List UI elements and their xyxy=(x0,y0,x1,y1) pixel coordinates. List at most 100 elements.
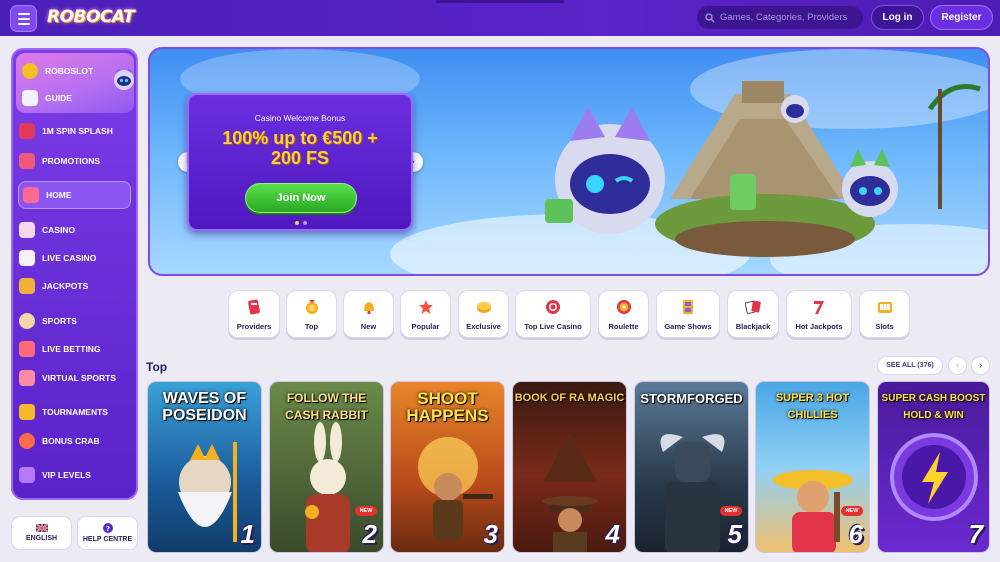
sidebar-item-label: HOME xyxy=(46,190,72,200)
language-selector-button[interactable]: ENGLISH xyxy=(11,516,72,550)
register-button[interactable]: Register xyxy=(930,5,993,30)
games-next-button[interactable]: › xyxy=(971,356,990,375)
welcome-bonus-card: Casino Welcome Bonus 100% up to €500 + 2… xyxy=(187,93,413,231)
top-medal-icon xyxy=(302,297,322,317)
game-title: STORMFORGED xyxy=(640,391,743,406)
star-icon xyxy=(416,297,436,317)
hamburger-menu-button[interactable] xyxy=(10,5,37,32)
game-rank: 4 xyxy=(605,519,620,549)
trophy-icon xyxy=(19,404,35,420)
sidebar-promo-panel: ROBOSLOT GUIDE xyxy=(16,53,134,113)
sidebar-item-label: CASINO xyxy=(42,225,76,235)
help-icon: ? xyxy=(102,523,113,533)
game-rank: 2 xyxy=(362,519,377,549)
sidebar-item-sports[interactable]: SPORTS xyxy=(19,310,132,332)
join-now-button[interactable]: Join Now xyxy=(245,183,357,213)
sidebar-item-label: TOURNAMENTS xyxy=(42,407,108,417)
sidebar-item-spin-splash[interactable]: 1M SPIN SPLASH xyxy=(19,120,132,142)
guide-icon xyxy=(22,90,38,106)
chip-icon xyxy=(543,297,563,317)
game-rank: 3 xyxy=(483,519,498,549)
category-label: Hot Jackpots xyxy=(795,322,843,331)
category-popular[interactable]: Popular xyxy=(400,290,451,338)
exclusive-icon xyxy=(474,297,494,317)
help-label: HELP CENTRE xyxy=(82,536,133,543)
sidebar-item-label: LIVE CASINO xyxy=(42,253,97,263)
sidebar-item-live-betting[interactable]: LIVE BETTING xyxy=(19,338,132,360)
category-exclusive[interactable]: Exclusive xyxy=(458,290,509,338)
roulette-icon xyxy=(614,297,634,317)
live-casino-icon xyxy=(19,250,35,266)
sidebar-item-label: SPORTS xyxy=(42,316,77,326)
category-hot-jackpots[interactable]: Hot Jackpots xyxy=(786,290,852,338)
jackpot-icon xyxy=(19,278,35,294)
category-label: New xyxy=(360,322,377,331)
category-blackjack[interactable]: Blackjack xyxy=(727,290,779,338)
search-input[interactable]: Games, Categories, Providers xyxy=(697,6,863,29)
sidebar-item-bonus-crab[interactable]: BONUS CRAB xyxy=(19,430,132,452)
category-label: Top Live Casino xyxy=(524,322,582,331)
splash-icon xyxy=(19,123,35,139)
sidebar-item-jackpots[interactable]: JACKPOTS xyxy=(19,275,132,297)
gift-icon xyxy=(19,153,35,169)
game-title: WAVES OF POSEIDON xyxy=(162,390,247,424)
sidebar-item-label: VIRTUAL SPORTS xyxy=(42,373,116,383)
games-prev-button[interactable]: ‹ xyxy=(948,356,967,375)
providers-icon xyxy=(244,297,264,317)
category-label: Popular xyxy=(411,322,440,331)
sidebar-item-tournaments[interactable]: TOURNAMENTS xyxy=(19,401,132,423)
sidebar-item-casino[interactable]: CASINO xyxy=(19,219,132,241)
game-title: SUPER CASH BOOST HOLD & WIN xyxy=(881,393,986,421)
pagination-dot-active[interactable] xyxy=(295,221,299,225)
category-new[interactable]: New xyxy=(343,290,394,338)
game-card-shoot-happens[interactable]: SHOOT HAPPENS 3 xyxy=(390,381,505,553)
casino-icon xyxy=(19,222,35,238)
sidebar-item-promotions[interactable]: PROMOTIONS xyxy=(19,150,132,172)
home-icon xyxy=(23,187,39,203)
sidebar-item-virtual-sports[interactable]: VIRTUAL SPORTS xyxy=(19,367,132,389)
game-shows-icon xyxy=(678,297,698,317)
game-title: BOOK OF RA MAGIC xyxy=(514,392,625,404)
new-badge: NEW xyxy=(720,506,742,516)
help-centre-button[interactable]: ? HELP CENTRE xyxy=(77,516,138,550)
category-slots[interactable]: Slots xyxy=(859,290,910,338)
game-title: SUPER 3 HOT CHILLIES xyxy=(775,392,850,421)
game-card-book-of-ra-magic[interactable]: BOOK OF RA MAGIC 4 xyxy=(512,381,627,553)
sidebar-item-home[interactable]: HOME xyxy=(18,181,131,209)
see-all-button[interactable]: SEE ALL (376) xyxy=(877,356,943,375)
uk-flag-icon xyxy=(35,524,48,532)
robocat-mascot-icon xyxy=(114,68,134,90)
category-game-shows[interactable]: Game Shows xyxy=(656,290,720,338)
new-badge: NEW xyxy=(841,506,863,516)
category-providers[interactable]: Providers xyxy=(228,290,280,338)
category-top[interactable]: Top xyxy=(286,290,337,338)
robocat-logo[interactable]: ROBOCAT xyxy=(47,7,135,27)
game-card-stormforged[interactable]: STORMFORGED NEW 5 xyxy=(634,381,749,553)
sidebar-item-label: JACKPOTS xyxy=(42,281,89,291)
game-card-super-3-hot-chillies[interactable]: SUPER 3 HOT CHILLIES NEW 6 xyxy=(755,381,870,553)
category-label: Blackjack xyxy=(735,322,771,331)
live-betting-icon xyxy=(19,341,35,357)
game-rank: 1 xyxy=(240,519,255,549)
category-label: Slots xyxy=(875,322,894,331)
header-notch xyxy=(436,0,564,3)
category-label: Top xyxy=(304,322,319,331)
game-rank: 6 xyxy=(848,519,863,549)
game-rank: 5 xyxy=(727,519,742,549)
category-roulette[interactable]: Roulette xyxy=(598,290,649,338)
sidebar-item-label: LIVE BETTING xyxy=(42,344,101,354)
sidebar-item-label: PROMOTIONS xyxy=(42,156,101,166)
bonus-headline-line1: 100% up to €500 + xyxy=(222,128,378,148)
game-card-waves-of-poseidon[interactable]: WAVES OF POSEIDON 1 xyxy=(147,381,262,553)
game-card-follow-the-cash-rabbit[interactable]: FOLLOW THE CASH RABBIT NEW 2 xyxy=(269,381,384,553)
sidebar-item-vip-levels[interactable]: VIP LEVELS xyxy=(19,464,132,486)
pagination-dot[interactable] xyxy=(303,221,307,225)
category-top-live-casino[interactable]: Top Live Casino xyxy=(515,290,591,338)
game-card-super-cash-boost[interactable]: SUPER CASH BOOST HOLD & WIN 7 xyxy=(877,381,990,553)
login-button[interactable]: Log in xyxy=(871,5,924,30)
slots-icon xyxy=(875,297,895,317)
sidebar-item-label: 1M SPIN SPLASH xyxy=(42,126,113,136)
sidebar-item-label: VIP LEVELS xyxy=(42,470,91,480)
sidebar-item-live-casino[interactable]: LIVE CASINO xyxy=(19,247,132,269)
virtual-sports-icon xyxy=(19,370,35,386)
